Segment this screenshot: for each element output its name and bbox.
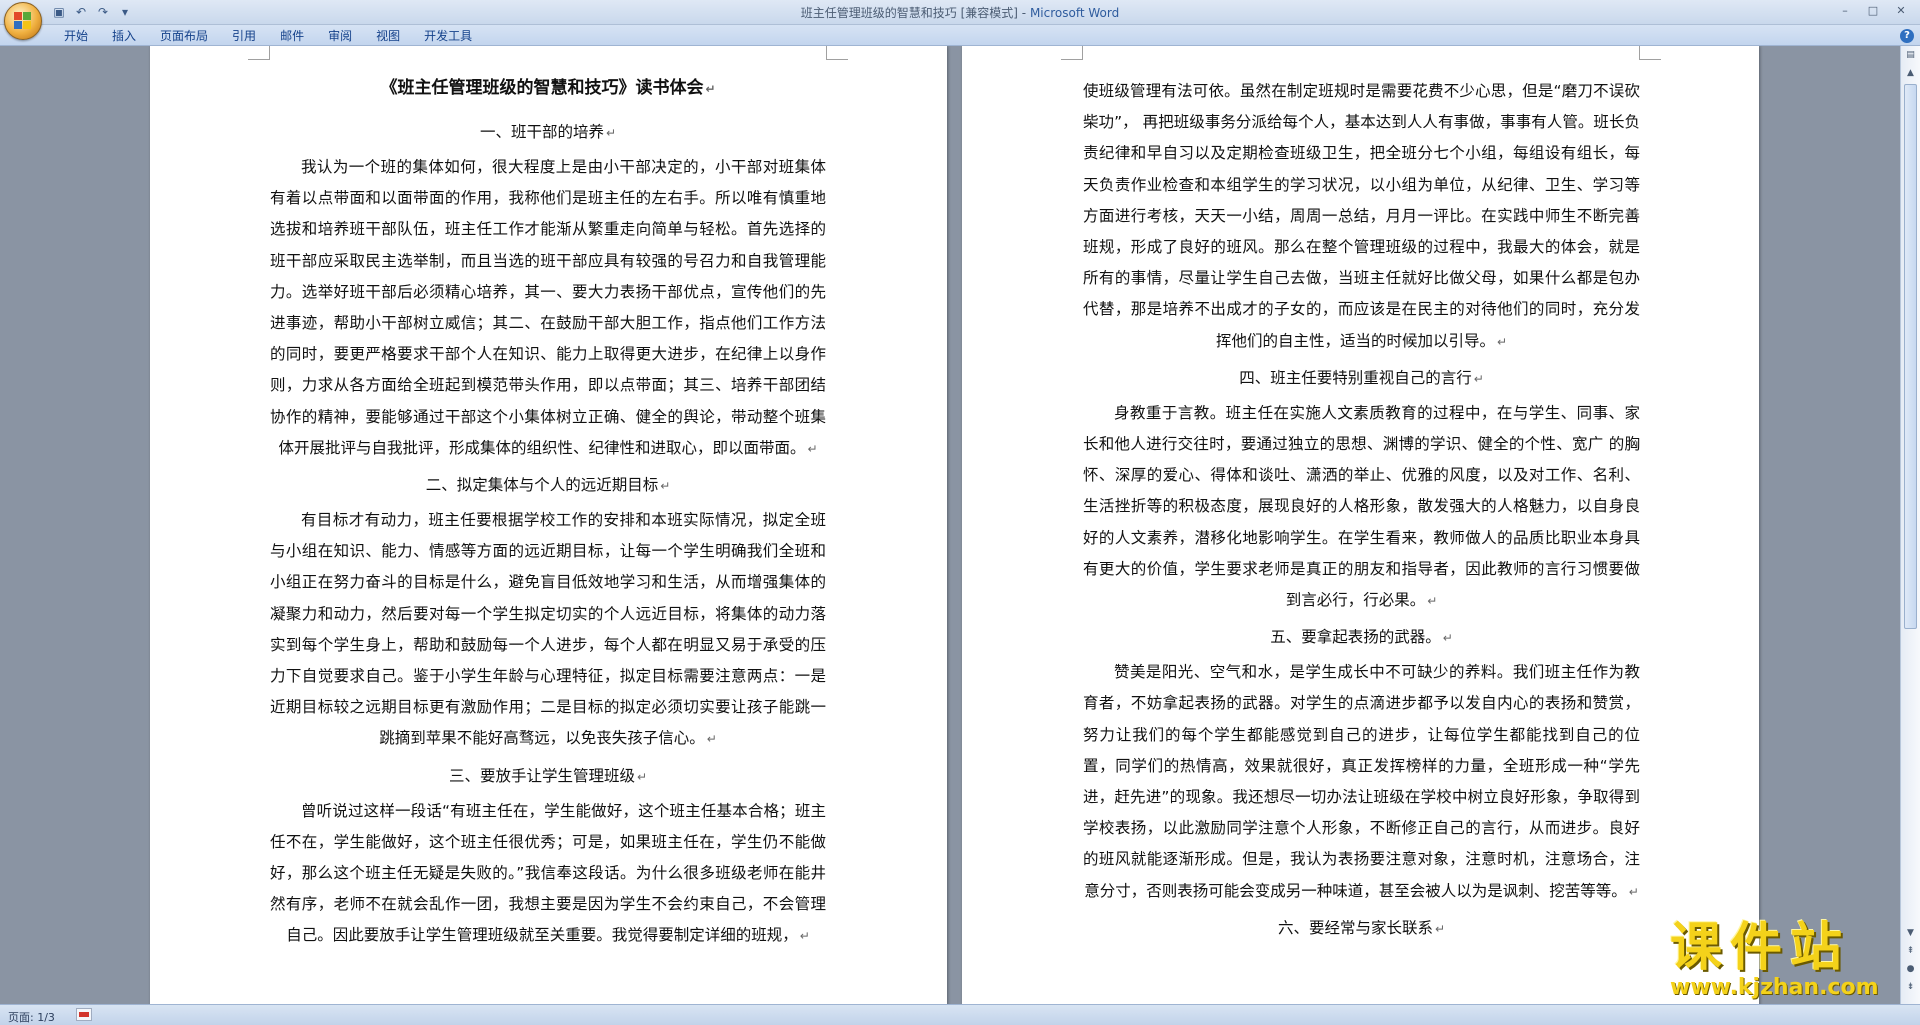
previous-page-icon[interactable]: ⇞ [1903, 944, 1918, 959]
tab-page-layout[interactable]: 页面布局 [148, 28, 220, 44]
body-paragraph: 有目标才有动力，班主任要根据学校工作的安排和本班实际情况，拟定全班与小组在知识、… [270, 511, 826, 748]
body-paragraph: 身教重于言教。班主任在实施人文素质教育的过程中，在与学生、同事、家长和他人进行交… [1083, 403, 1640, 610]
paragraph-mark-icon: ↵ [1434, 921, 1446, 936]
scroll-down-icon[interactable]: ▼ [1903, 926, 1918, 941]
section-heading: 二、拟定集体与个人的远近期目标 ↵ [425, 476, 671, 495]
office-logo-icon [14, 12, 32, 30]
paragraph-mark-icon: ↵ [1427, 594, 1438, 609]
office-button[interactable] [4, 2, 42, 40]
paragraph-mark-icon: ↵ [1473, 371, 1484, 386]
maximize-button[interactable]: □ [1860, 2, 1886, 20]
document-area: 《班主任管理班级的智慧和技巧》读书体会 ↵ 一、班干部的培养 ↵ 我认为一个班的集体如何… [0, 46, 1900, 1004]
tab-view[interactable]: 视图 [364, 28, 412, 44]
paragraph-mark-icon: ↵ [1628, 884, 1639, 899]
paragraph-mark-icon: ↵ [636, 769, 648, 784]
tab-references[interactable]: 引用 [220, 28, 268, 44]
help-icon[interactable]: ? [1900, 29, 1914, 43]
crop-mark [248, 46, 270, 60]
next-page-icon[interactable]: ⇟ [1903, 980, 1918, 995]
body-paragraph: 使班级管理有法可依。虽然在制定班规时是需要花费不少心思，但是“磨刀不误砍柴功”，… [1083, 82, 1640, 350]
crop-mark [1061, 46, 1083, 60]
macro-record-icon[interactable] [76, 1008, 92, 1021]
paragraph-mark-icon: ↵ [1442, 631, 1453, 646]
tab-insert[interactable]: 插入 [100, 28, 148, 44]
tab-mailings[interactable]: 邮件 [268, 28, 316, 44]
close-button[interactable]: ✕ [1888, 2, 1914, 20]
body-paragraph: 赞美是阳光、空气和水，是学生成长中不可缺少的养料。我们班主任作为教育者，不妨拿起… [1083, 663, 1640, 900]
browse-object-icon[interactable]: ● [1903, 962, 1918, 977]
paragraph-mark-icon: ↵ [706, 732, 717, 747]
paragraph-mark-icon: ↵ [807, 441, 818, 456]
status-bar: 页面: 1/3 [0, 1004, 1920, 1025]
tab-developer[interactable]: 开发工具 [412, 28, 484, 44]
tab-review[interactable]: 审阅 [316, 28, 364, 44]
page-1[interactable]: 《班主任管理班级的智慧和技巧》读书体会 ↵ 一、班干部的培养 ↵ 我认为一个班的集体如何… [150, 46, 947, 1004]
scroll-up-icon[interactable]: ▲ [1903, 66, 1918, 81]
watermark-main-text: 课件站 [1670, 918, 1851, 978]
section-heading: 六、要经常与家长联系 ↵ [1277, 918, 1446, 937]
scrollbar-thumb[interactable] [1904, 84, 1917, 629]
minimize-button[interactable]: – [1832, 2, 1858, 20]
crop-mark [826, 46, 848, 60]
section-heading: 五、要拿起表扬的武器。 ↵ [1270, 628, 1453, 647]
watermark-url: www.kjzhan.com [1670, 975, 1879, 1000]
page-count-status[interactable]: 页面: 1/3 [8, 1009, 55, 1025]
watermark-logo: 课件站 www.kjzhan.com [1670, 920, 1905, 1000]
page-content: 《班主任管理班级的智慧和技巧》读书体会 ↵ 一、班干部的培养 ↵ 我认为一个班的集体如何… [270, 68, 826, 953]
tab-home[interactable]: 开始 [52, 28, 100, 44]
page-content: 使班级管理有法可依。虽然在制定班规时是需要花费不少心思，但是“磨刀不误砍柴功”，… [1083, 76, 1640, 948]
section-heading: 一、班干部的培养 ↵ [479, 123, 617, 141]
body-paragraph: 我认为一个班的集体如何，很大程度上是由小干部决定的，小干部对班集体有着以点带面和… [270, 158, 826, 457]
ribbon-tab-bar: 开始 插入 页面布局 引用 邮件 审阅 视图 开发工具 ? [0, 25, 1920, 46]
section-heading: 四、班主任要特别重视自己的言行 ↵ [1239, 368, 1484, 387]
title-bar: ▣ ↶ ↷ ▾ 班主任管理班级的智慧和技巧 [兼容模式] - Microsoft… [0, 0, 1920, 40]
document-title: 《班主任管理班级的智慧和技巧》读书体会 ↵ [380, 78, 716, 98]
paragraph-mark-icon: ↵ [1496, 334, 1508, 349]
document-name: 班主任管理班级的智慧和技巧 [兼容模式] [800, 6, 1018, 20]
crop-mark [1639, 46, 1661, 60]
paragraph-mark-icon: ↵ [799, 929, 810, 944]
paragraph-mark-icon: ↵ [660, 479, 671, 494]
ruler-toggle-icon[interactable]: ▤ [1903, 48, 1918, 63]
vertical-scrollbar[interactable]: ▤ ▲ ▼ ⇞ ● ⇟ [1900, 46, 1920, 1004]
app-name: Microsoft Word [1029, 6, 1120, 20]
page-2[interactable]: 使班级管理有法可依。虽然在制定班规时是需要花费不少心思，但是“磨刀不误砍柴功”，… [962, 46, 1759, 1004]
paragraph-mark-icon: ↵ [705, 82, 716, 96]
title-separator: - [1017, 6, 1030, 20]
body-paragraph: 曾听说过这样一段话“有班主任在，学生能做好，这个班主任基本合格；班主任不在，学生… [270, 801, 826, 945]
window-title: 班主任管理班级的智慧和技巧 [兼容模式] - Microsoft Word [0, 4, 1920, 21]
window-controls: – □ ✕ [1832, 2, 1914, 20]
section-heading: 三、要放手让学生管理班级 ↵ [448, 766, 648, 785]
paragraph-mark-icon: ↵ [605, 126, 617, 140]
